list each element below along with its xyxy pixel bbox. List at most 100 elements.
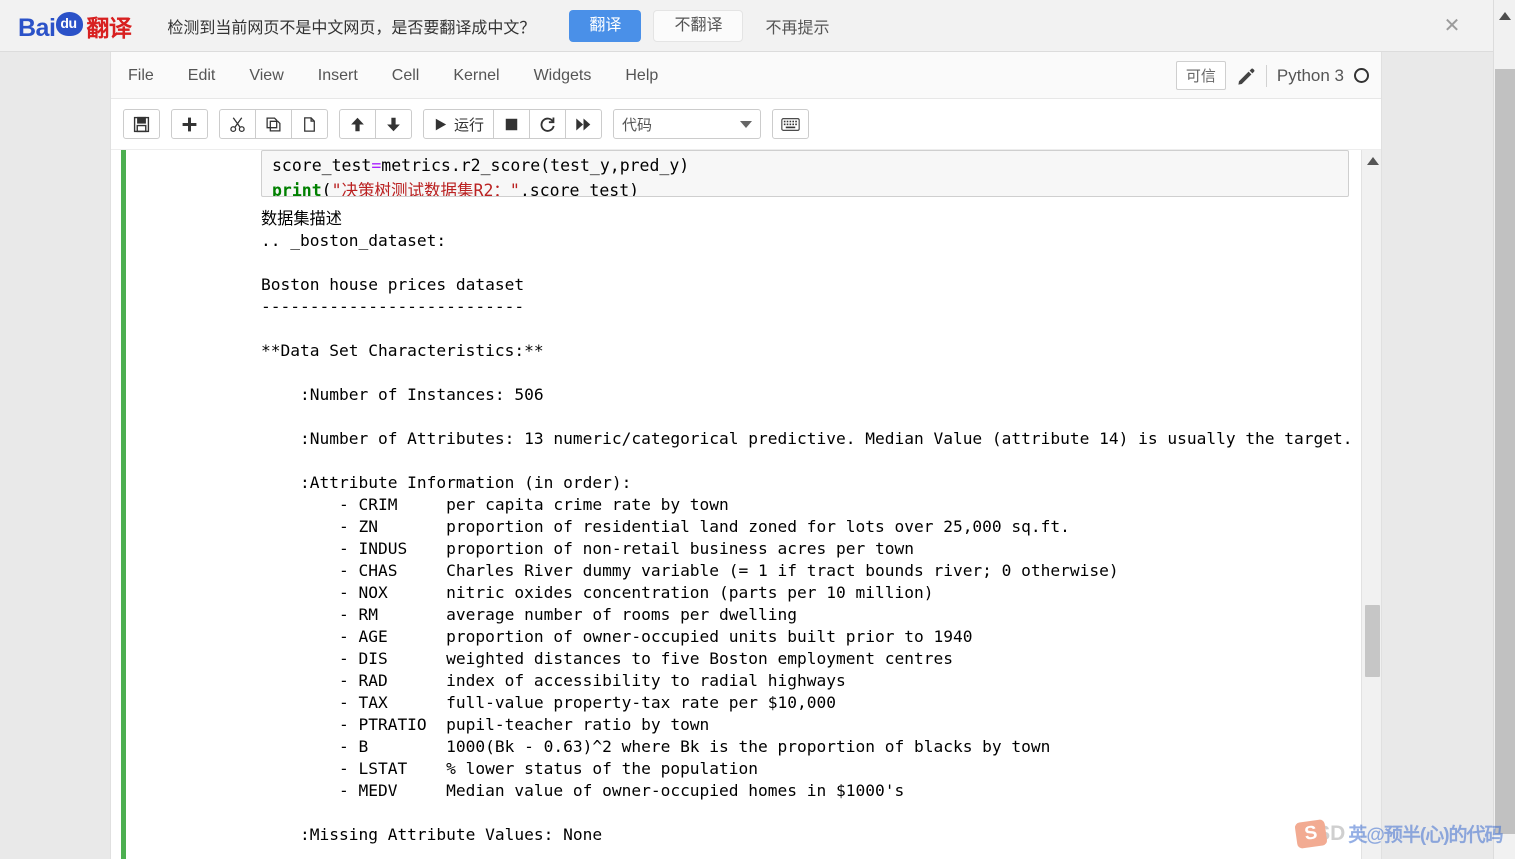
menu-edit[interactable]: Edit <box>171 52 233 99</box>
copy-cell-button[interactable] <box>255 109 292 139</box>
page-body: File Edit View Insert Cell Kernel Widget… <box>0 52 1493 859</box>
output-line: **Data Set Characteristics:** <box>261 341 544 360</box>
pencil-icon[interactable] <box>1236 66 1256 86</box>
code-cell-input[interactable]: score_test=metrics.r2_score(test_y,pred_… <box>261 150 1349 197</box>
baidu-translate-logo: Bai 翻译 <box>18 9 132 43</box>
triangle-up-icon[interactable] <box>1367 157 1379 165</box>
notebook-scrollbar[interactable] <box>1361 150 1381 859</box>
code-token: = <box>371 156 382 175</box>
browser-scrollbar-thumb[interactable] <box>1495 69 1515 834</box>
close-icon[interactable]: ✕ <box>1441 16 1463 38</box>
output-line: .. _boston_dataset: <box>261 231 447 250</box>
output-line: :Number of Attributes: 13 numeric/catego… <box>261 429 1353 448</box>
trusted-badge[interactable]: 可信 <box>1175 61 1226 90</box>
code-token: ( <box>321 181 332 197</box>
output-line: - MEDV Median value of owner-occupied ho… <box>261 781 905 800</box>
output-line: 数据集描述 <box>261 209 342 228</box>
cell-type-value: 代码 <box>622 116 653 134</box>
restart-kernel-button[interactable] <box>529 109 567 139</box>
screen: Bai 翻译 检测到当前网页不是中文网页，是否要翻译成中文？ 翻译 不翻译 不再… <box>0 0 1515 859</box>
code-token: "决策树测试数据集R2：" <box>331 181 520 197</box>
code-source: score_test=metrics.r2_score(test_y,pred_… <box>272 153 1338 197</box>
toolbar-group-palette <box>772 109 810 139</box>
menu-kernel[interactable]: Kernel <box>436 52 516 99</box>
never-prompt-button[interactable]: 不再提示 <box>759 13 835 39</box>
menu-cell[interactable]: Cell <box>375 52 437 99</box>
notebook-scroll-area: score_test=metrics.r2_score(test_y,pred_… <box>111 150 1381 859</box>
move-cell-down-button[interactable] <box>375 109 412 139</box>
run-button-label: 运行 <box>454 116 485 134</box>
output-line: - NOX nitric oxides concentration (parts… <box>261 583 934 602</box>
save-button[interactable] <box>123 109 160 139</box>
notebook-scrollbar-thumb[interactable] <box>1365 605 1380 677</box>
menu-file[interactable]: File <box>111 52 171 99</box>
menu-help[interactable]: Help <box>608 52 675 99</box>
jupyter-menubar: File Edit View Insert Cell Kernel Widget… <box>111 52 1381 99</box>
cut-cell-button[interactable] <box>219 109 256 139</box>
output-line: - RM average number of rooms per dwellin… <box>261 605 798 624</box>
output-line: - ZN proportion of residential land zone… <box>261 517 1070 536</box>
menubar-divider <box>1265 64 1267 87</box>
output-line: --------------------------- <box>261 297 525 316</box>
restart-run-all-button[interactable] <box>565 109 603 139</box>
output-line: - AGE proportion of owner-occupied units… <box>261 627 973 646</box>
cell-type-dropdown[interactable]: 代码 <box>613 109 762 139</box>
browser-scrollbar[interactable] <box>1493 0 1515 859</box>
output-line: :Number of Instances: 506 <box>261 385 544 404</box>
kernel-idle-circle-icon[interactable] <box>1354 68 1369 83</box>
logo-bai-text: Bai <box>18 13 56 42</box>
notebook-panel: File Edit View Insert Cell Kernel Widget… <box>110 52 1382 859</box>
jupyter-toolbar: 运行 代码 <box>111 99 1381 150</box>
toolbar-group-insert <box>171 109 208 139</box>
code-line: print("决策树测试数据集R2：",score_test) <box>272 178 1338 197</box>
paste-cell-button[interactable] <box>291 109 328 139</box>
output-line: - RAD index of accessibility to radial h… <box>261 671 846 690</box>
cell-output-text: 数据集描述 .. _boston_dataset: Boston house pr… <box>261 208 1381 846</box>
menu-view[interactable]: View <box>232 52 300 99</box>
code-line: score_test=metrics.r2_score(test_y,pred_… <box>272 153 1338 178</box>
output-line: - CHAS Charles River dummy variable (= 1… <box>261 561 1119 580</box>
baidu-paw-icon <box>56 11 84 36</box>
interrupt-kernel-button[interactable] <box>493 109 531 139</box>
output-line: - TAX full-value property-tax rate per $… <box>261 693 836 712</box>
run-cell-button[interactable]: 运行 <box>423 109 495 139</box>
output-line: :Missing Attribute Values: None <box>261 825 603 844</box>
do-not-translate-button[interactable]: 不翻译 <box>653 9 744 42</box>
move-cell-up-button[interactable] <box>339 109 376 139</box>
output-line: - LSTAT % lower status of the population <box>261 759 759 778</box>
kernel-name-label: Python 3 <box>1276 65 1344 85</box>
command-palette-button[interactable] <box>772 109 810 139</box>
code-token: metrics.r2_score(test_y,pred_y) <box>381 156 690 175</box>
translate-prompt-message: 检测到当前网页不是中文网页，是否要翻译成中文？ <box>167 19 536 37</box>
menu-widgets[interactable]: Widgets <box>517 52 609 99</box>
code-token: score_test <box>272 156 372 175</box>
logo-fanyi-text: 翻译 <box>86 14 132 41</box>
output-line: - INDUS proportion of non-retail busines… <box>261 539 914 558</box>
toolbar-group-move <box>339 109 412 139</box>
output-line: - PTRATIO pupil-teacher ratio by town <box>261 715 710 734</box>
translate-button[interactable]: 翻译 <box>569 9 642 42</box>
toolbar-group-edit <box>219 109 328 139</box>
output-line: - DIS weighted distances to five Boston … <box>261 649 953 668</box>
triangle-up-icon[interactable] <box>1499 12 1511 20</box>
chevron-down-icon <box>740 120 753 128</box>
output-line: :Attribute Information (in order): <box>261 473 632 492</box>
code-token: ,score_test) <box>519 181 640 197</box>
code-token: print <box>272 181 322 197</box>
selected-cell-marker <box>121 150 126 859</box>
insert-cell-button[interactable] <box>171 109 208 139</box>
menu-insert[interactable]: Insert <box>301 52 375 99</box>
output-line: Boston house prices dataset <box>261 275 525 294</box>
output-line: - CRIM per capita crime rate by town <box>261 495 729 514</box>
menubar-right-group: 可信 Python 3 <box>1175 52 1377 99</box>
cell-container: score_test=metrics.r2_score(test_y,pred_… <box>137 150 1381 846</box>
baidu-translate-bar: Bai 翻译 检测到当前网页不是中文网页，是否要翻译成中文？ 翻译 不翻译 不再… <box>0 0 1493 52</box>
toolbar-group-file <box>123 109 160 139</box>
output-line: - B 1000(Bk - 0.63)^2 where Bk is the pr… <box>261 737 1051 756</box>
